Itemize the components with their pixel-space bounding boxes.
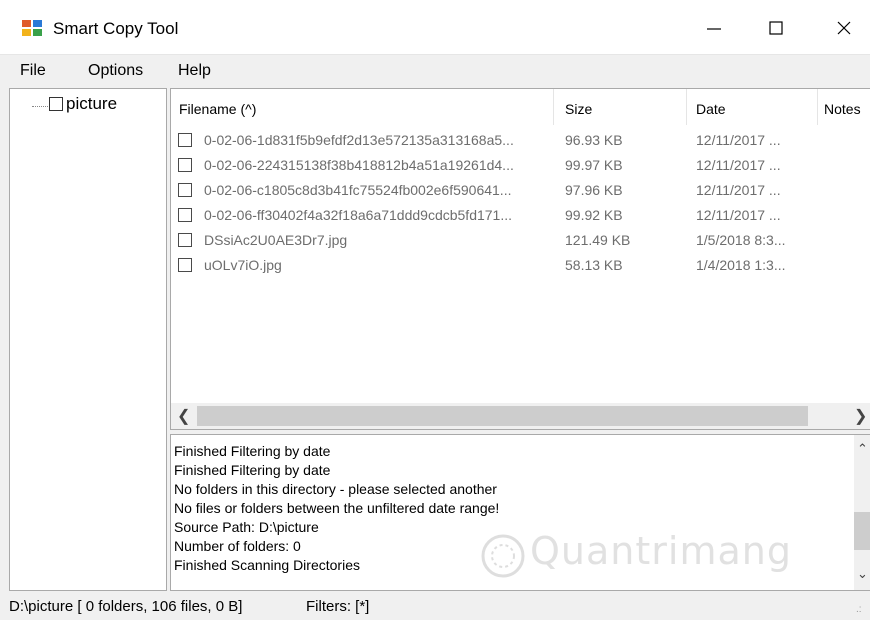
file-size: 97.96 KB	[565, 182, 623, 198]
file-row[interactable]: 0-02-06-ff30402f4a32f18a6a71ddd9cdcb5fd1…	[171, 204, 870, 228]
file-row[interactable]: 0-02-06-1d831f5b9efdf2d13e572135a313168a…	[171, 129, 870, 153]
log-output[interactable]: Finished Filtering by date Finished Filt…	[170, 434, 870, 591]
status-filters: Filters: [*]	[306, 598, 370, 615]
title-bar[interactable]: Smart Copy Tool	[0, 0, 870, 55]
tree-item-picture[interactable]: picture	[66, 94, 117, 114]
close-icon	[837, 21, 851, 34]
scroll-down-icon[interactable]: ⌄	[857, 566, 868, 582]
file-date: 12/11/2017 ...	[696, 207, 781, 223]
file-name: 0-02-06-1d831f5b9efdf2d13e572135a313168a…	[204, 132, 514, 148]
menu-options[interactable]: Options	[88, 62, 143, 80]
file-size: 58.13 KB	[565, 257, 623, 273]
tree-item-checkbox[interactable]	[49, 97, 63, 111]
file-name: DSsiAc2U0AE3Dr7.jpg	[204, 232, 348, 248]
row-checkbox[interactable]	[178, 158, 192, 172]
row-checkbox[interactable]	[178, 208, 192, 222]
scroll-right-icon[interactable]: ❯	[854, 406, 867, 426]
file-row[interactable]: uOLv7iO.jpg 58.13 KB 1/4/2018 1:3...	[171, 254, 870, 278]
file-date: 1/5/2018 8:3...	[696, 232, 786, 248]
file-date: 12/11/2017 ...	[696, 182, 781, 198]
menu-help[interactable]: Help	[178, 62, 211, 80]
file-date: 12/11/2017 ...	[696, 132, 781, 148]
tree-connector	[32, 106, 48, 107]
file-name: 0-02-06-224315138f38b418812b4a51a19261d4…	[204, 157, 514, 173]
row-checkbox[interactable]	[178, 258, 192, 272]
column-header-date[interactable]: Date	[688, 89, 818, 125]
row-checkbox[interactable]	[178, 233, 192, 247]
log-line: Finished Scanning Directories	[174, 557, 360, 573]
close-button[interactable]	[818, 0, 870, 55]
file-size: 96.93 KB	[565, 132, 623, 148]
file-size: 121.49 KB	[565, 232, 631, 248]
folder-tree[interactable]: picture	[9, 88, 167, 591]
window-title: Smart Copy Tool	[53, 19, 179, 38]
column-header-notes[interactable]: Notes	[816, 89, 870, 125]
file-row[interactable]: 0-02-06-c1805c8d3b41fc75524fb002e6f59064…	[171, 179, 870, 203]
file-name: 0-02-06-ff30402f4a32f18a6a71ddd9cdcb5fd1…	[204, 207, 513, 223]
log-line: Finished Filtering by date	[174, 462, 331, 478]
row-checkbox[interactable]	[178, 133, 192, 147]
resize-grip-icon[interactable]: .:	[856, 604, 862, 615]
file-size: 99.92 KB	[565, 207, 623, 223]
file-name: 0-02-06-c1805c8d3b41fc75524fb002e6f59064…	[204, 182, 512, 198]
status-bar: D:\picture [ 0 folders, 106 files, 0 B] …	[0, 594, 870, 620]
menu-file[interactable]: File	[20, 62, 46, 80]
maximize-button[interactable]	[750, 0, 802, 55]
log-line: No files or folders between the unfilter…	[174, 500, 500, 516]
file-row[interactable]: DSsiAc2U0AE3Dr7.jpg 121.49 KB 1/5/2018 8…	[171, 229, 870, 253]
app-icon	[22, 20, 42, 36]
menu-bar: File Options Help	[0, 55, 870, 87]
column-header-size[interactable]: Size	[557, 89, 687, 125]
minimize-icon	[707, 27, 721, 30]
minimize-button[interactable]	[688, 0, 740, 55]
file-name: uOLv7iO.jpg	[204, 257, 282, 273]
file-list[interactable]: Filename (^) Size Date Notes 0-02-06-1d8…	[170, 88, 870, 430]
status-path-info: D:\picture [ 0 folders, 106 files, 0 B]	[9, 598, 243, 615]
file-date: 1/4/2018 1:3...	[696, 257, 786, 273]
file-size: 99.97 KB	[565, 157, 623, 173]
vertical-scrollbar[interactable]: ⌃ ⌄	[854, 435, 870, 590]
log-line: Finished Filtering by date	[174, 443, 331, 459]
log-line: No folders in this directory - please se…	[174, 481, 497, 497]
horizontal-scrollbar[interactable]: ❮ ❯	[171, 403, 870, 429]
file-date: 12/11/2017 ...	[696, 157, 781, 173]
vertical-scroll-thumb[interactable]	[854, 512, 870, 550]
column-header-filename[interactable]: Filename (^)	[171, 89, 554, 125]
log-line: Source Path: D:\picture	[174, 519, 319, 535]
row-checkbox[interactable]	[178, 183, 192, 197]
log-line: Number of folders: 0	[174, 538, 301, 554]
scroll-left-icon[interactable]: ❮	[177, 406, 190, 426]
horizontal-scroll-thumb[interactable]	[197, 406, 808, 426]
scroll-up-icon[interactable]: ⌃	[857, 441, 868, 457]
file-row[interactable]: 0-02-06-224315138f38b418812b4a51a19261d4…	[171, 154, 870, 178]
maximize-icon	[769, 20, 783, 35]
app-window: Smart Copy Tool File Options Help pictur…	[0, 0, 870, 620]
